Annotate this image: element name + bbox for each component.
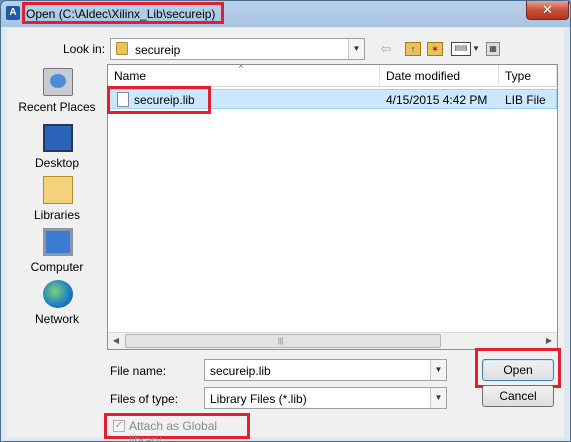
column-header-date-modified[interactable]: Date modified — [380, 65, 499, 87]
app-icon: A — [6, 6, 20, 20]
folder-icon — [116, 42, 128, 55]
file-row[interactable]: secureip.lib 4/15/2015 4:42 PM LIB File — [107, 86, 557, 114]
place-label: Libraries — [33, 208, 81, 222]
places-bar: Recent Places Desktop Libraries Computer… — [11, 66, 103, 328]
attach-global-library-checkbox[interactable]: ✓ Attach as Global library — [104, 413, 250, 442]
scroll-grip-icon: ||| — [278, 338, 284, 345]
grid-view-icon[interactable]: ▦ — [486, 42, 500, 56]
check-icon: ✓ — [113, 420, 125, 432]
place-network[interactable]: Network — [11, 280, 103, 332]
view-menu-icon[interactable]: ▤▤ — [451, 42, 471, 56]
place-desktop[interactable]: Desktop — [11, 124, 103, 176]
title-bar: A Open (C:\Aldec\Xilinx_Lib\secureip) ✕ — [1, 1, 570, 27]
attach-global-library-label: Attach as Global library — [129, 419, 218, 442]
dialog-body: Look in: secureip ▼ ⇦ ↑ ✶ ▤▤ ▼ ▦ Recent … — [7, 28, 564, 442]
open-dialog: A Open (C:\Aldec\Xilinx_Lib\secureip) ✕ … — [0, 0, 571, 442]
horizontal-scrollbar[interactable]: ◀ ||| ▶ — [108, 332, 557, 349]
open-button[interactable]: Open — [482, 359, 554, 381]
place-label: Network — [34, 312, 79, 326]
files-of-type-value: Library Files (*.lib) — [210, 392, 307, 406]
files-of-type-label: Files of type: — [110, 392, 179, 406]
place-label: Computer — [30, 260, 84, 274]
file-date: 4/15/2015 4:42 PM — [386, 93, 488, 107]
file-name-value: secureip.lib — [210, 364, 271, 378]
place-libraries[interactable]: Libraries — [11, 176, 103, 228]
view-menu-chevron-icon[interactable]: ▼ — [472, 40, 480, 58]
look-in-value: secureip — [135, 43, 181, 57]
scroll-thumb[interactable]: ||| — [125, 334, 441, 348]
look-in-dropdown[interactable]: secureip ▼ — [110, 38, 365, 60]
look-in-label: Look in: — [63, 42, 106, 56]
column-header-type[interactable]: Type — [499, 65, 557, 87]
scroll-left-icon[interactable]: ◀ — [108, 333, 124, 349]
file-name-label: File name: — [110, 364, 167, 378]
up-one-level-icon[interactable]: ↑ — [405, 42, 421, 56]
place-label: Desktop — [34, 156, 80, 170]
desktop-icon — [43, 124, 73, 152]
file-name-field[interactable]: secureip.lib ▼ — [204, 359, 447, 381]
files-of-type-dropdown[interactable]: Library Files (*.lib) ▼ — [204, 387, 447, 409]
chevron-down-icon[interactable]: ▼ — [430, 360, 446, 380]
chevron-down-icon[interactable]: ▼ — [430, 388, 446, 408]
file-type: LIB File — [505, 93, 546, 107]
place-recent-places[interactable]: Recent Places — [11, 68, 103, 120]
cancel-button[interactable]: Cancel — [482, 385, 554, 407]
libraries-icon — [43, 176, 73, 204]
back-arrow-icon[interactable]: ⇦ — [377, 40, 395, 58]
close-button[interactable]: ✕ — [526, 1, 569, 20]
network-icon — [43, 280, 73, 308]
new-folder-icon[interactable]: ✶ — [427, 42, 443, 56]
sort-ascending-icon: ^ — [239, 64, 243, 73]
place-computer[interactable]: Computer — [11, 228, 103, 280]
scroll-right-icon[interactable]: ▶ — [541, 333, 557, 349]
place-label: Recent Places — [18, 100, 96, 114]
title-highlight-box — [22, 2, 224, 24]
chevron-down-icon[interactable]: ▼ — [348, 39, 364, 59]
file-list[interactable]: Name ^ Date modified Type secureip.lib 4… — [107, 64, 558, 350]
recent-places-icon — [43, 68, 73, 96]
computer-icon — [43, 228, 73, 256]
column-header-name[interactable]: Name — [108, 65, 380, 87]
file-highlight-box — [107, 86, 211, 114]
